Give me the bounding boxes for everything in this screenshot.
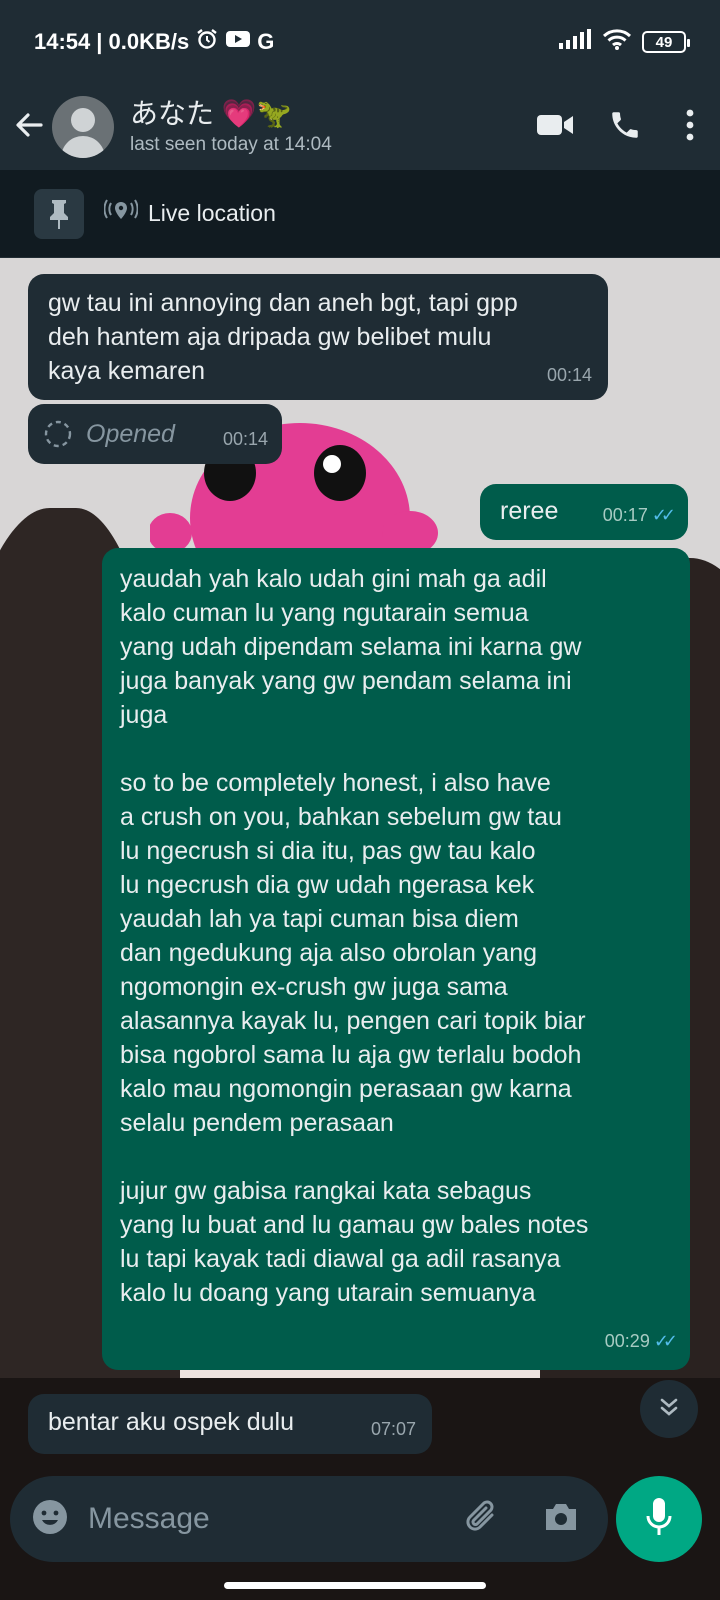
- voice-call-icon: [608, 108, 642, 147]
- live-location-icon: [103, 198, 139, 230]
- more-options-icon: [685, 108, 695, 147]
- emoji-icon[interactable]: [30, 1497, 70, 1542]
- message-time: 00:14: [222, 429, 268, 449]
- pinned-message-bar[interactable]: Live location: [0, 170, 720, 258]
- chat-area[interactable]: gw tau ini annoying dan aneh bgt, tapi g…: [0, 258, 720, 1600]
- message-time: 00:29: [604, 1331, 650, 1351]
- home-indicator[interactable]: [224, 1582, 486, 1589]
- message-bubble-incoming[interactable]: gw tau ini annoying dan aneh bgt, tapi g…: [28, 274, 608, 400]
- back-arrow-icon: [13, 109, 45, 146]
- more-options-button[interactable]: [660, 84, 720, 170]
- wifi-icon: [602, 27, 632, 57]
- message-bubble-outgoing[interactable]: reree 00:17 ✓✓: [480, 484, 688, 540]
- camera-icon[interactable]: [542, 1500, 580, 1539]
- status-time: 14:54: [34, 29, 91, 54]
- video-call-icon: [535, 111, 575, 144]
- video-call-button[interactable]: [520, 84, 590, 170]
- view-once-message[interactable]: Opened 00:14: [28, 404, 282, 464]
- read-ticks-icon: ✓✓: [653, 1331, 678, 1351]
- read-ticks-icon: ✓✓: [651, 505, 676, 525]
- message-meta: 00:17 ✓✓: [602, 498, 676, 532]
- avatar[interactable]: [52, 96, 114, 158]
- contact-name: あなた 💗🦖: [130, 98, 292, 129]
- contact-info[interactable]: あなた 💗🦖 last seen today at 14:04: [130, 96, 520, 158]
- view-once-icon: [42, 418, 74, 459]
- message-bubble-incoming[interactable]: bentar aku ospek dulu 07:07: [28, 1394, 432, 1454]
- attach-icon[interactable]: [462, 1497, 502, 1542]
- voice-message-button[interactable]: [616, 1476, 702, 1562]
- message-time: 00:17: [602, 505, 648, 525]
- message-time: 07:07: [370, 1419, 416, 1439]
- network-speed: | 0.0KB/s: [96, 29, 190, 54]
- battery-level: 49: [655, 33, 673, 51]
- message-text: bentar aku ospek dulu: [48, 1408, 295, 1436]
- signal-icon: [558, 28, 592, 56]
- mic-icon: [644, 1496, 674, 1543]
- back-button[interactable]: [0, 84, 58, 170]
- opened-label: Opened: [86, 420, 175, 448]
- message-composer: [10, 1476, 608, 1562]
- live-location-label: Live location: [148, 200, 276, 226]
- message-input[interactable]: [88, 1502, 462, 1536]
- pin-icon: [34, 188, 84, 239]
- message-text: gw tau ini annoying dan aneh bgt, tapi g…: [48, 289, 518, 385]
- chevron-down-icon: [656, 1394, 682, 1425]
- message-time: 00:14: [546, 365, 592, 385]
- last-seen-status: last seen today at 14:04: [130, 134, 332, 155]
- chat-header: あなた 💗🦖 last seen today at 14:04: [0, 84, 720, 170]
- g-icon: G: [257, 29, 275, 54]
- voice-call-button[interactable]: [590, 84, 660, 170]
- scroll-to-bottom-button[interactable]: [640, 1380, 698, 1438]
- alarm-icon: [195, 27, 219, 57]
- youtube-icon: [225, 29, 251, 55]
- message-bubble-outgoing[interactable]: yaudah yah kalo udah gini mah ga adil ka…: [102, 548, 690, 1370]
- message-meta: 00:29 ✓✓: [604, 1324, 678, 1358]
- battery-icon: 49: [642, 31, 690, 53]
- status-bar: 14:54 | 0.0KB/s G 49: [0, 0, 720, 84]
- message-text: yaudah yah kalo udah gini mah ga adil ka…: [120, 565, 589, 1307]
